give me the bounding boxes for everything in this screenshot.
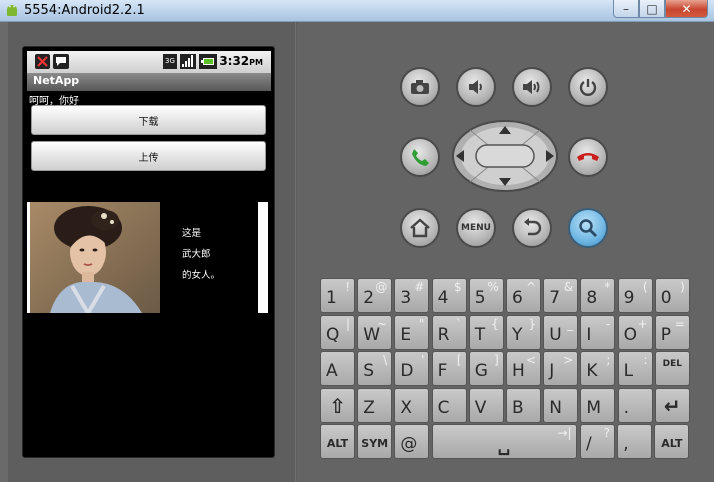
key-d[interactable]: D ' [394,351,430,386]
key-b[interactable]: B [506,387,541,423]
key-6[interactable]: 6 ^ [506,278,541,313]
key-i[interactable]: I- [580,314,616,350]
key-z[interactable]: Z [357,387,393,423]
phone-screen[interactable]: 3G 3:32PM NetApp 呵呵，你好 下载 上传 这是 武大郎 的女人。 [22,46,275,458]
camera-icon [411,80,429,94]
upload-button[interactable]: 上传 [31,141,266,171]
key-at[interactable]: @ [394,424,430,459]
key-x[interactable]: X [394,387,430,423]
svg-text:3G: 3G [165,57,175,65]
key-7[interactable]: 7 & [543,278,579,313]
key-v[interactable]: V [468,387,504,423]
key-e[interactable]: E " [394,314,430,350]
key-↵[interactable]: ↵ [654,387,690,423]
search-icon [579,219,597,237]
signal-icon [180,54,196,69]
key-.[interactable]: . [617,387,653,423]
key-o[interactable]: O + [617,314,653,350]
key-y[interactable]: Y} [506,314,541,350]
key-q[interactable]: Q | [320,314,355,350]
key-sym[interactable]: SYM [357,424,393,459]
back-button[interactable] [512,208,552,248]
android-icon [7,5,17,16]
home-button[interactable] [400,208,440,248]
key-l[interactable]: L: [617,351,653,386]
key-m[interactable]: M [580,387,616,423]
key-3[interactable]: 3 # [394,278,430,313]
key-r[interactable]: R ` [431,314,467,350]
app-title: NetApp [33,74,80,87]
key-u[interactable]: U _ [543,314,579,350]
key-h[interactable]: H < [506,351,541,386]
download-button[interactable]: 下载 [31,105,266,135]
key-p[interactable]: P = [654,314,690,350]
window-title: 5554:Android2.2.1 [24,3,145,18]
end-call-button[interactable] [568,137,608,177]
key-n[interactable]: N [543,387,579,423]
volume-up-button[interactable] [512,67,552,107]
volume-down-button[interactable] [456,67,496,107]
message-icon [53,54,69,69]
search-button[interactable] [568,208,608,248]
menu-label: MENU [461,223,491,233]
home-icon [410,218,430,238]
key-c[interactable]: C [431,387,467,423]
key-alt[interactable]: ALT [654,424,690,459]
key-⇧[interactable]: ⇧ [320,387,355,423]
battery-icon [199,54,217,69]
missed-call-icon [35,54,50,69]
key-4[interactable]: 4 $ [431,278,467,313]
key-del[interactable]: DEL [654,351,690,386]
status-time: 3:32PM [219,54,263,68]
end-call-icon [577,153,599,161]
call-icon [412,149,429,166]
key-alt[interactable]: ALT [320,424,355,459]
hardware-keyboard: 1! 2 @3 #4 $5% 6 ^ 7 & 8 * 9(0) Q | W ~ E " R ` T{Y} U _ I - O + P =… [320,278,692,459]
key-comma[interactable]: , [617,424,653,459]
caption-text: 这是 武大郎 的女人。 [182,228,221,281]
key-t[interactable]: T{ [468,314,504,350]
key-a[interactable]: A [320,351,355,386]
key-slash[interactable]: /? [580,424,615,459]
key-j[interactable]: J > [543,351,579,386]
close-button[interactable]: ✕ [665,0,708,18]
key-9[interactable]: 9( [617,278,653,313]
maximize-button[interactable]: □ [639,0,665,18]
minimize-button[interactable]: – [613,0,639,18]
app-title-bar: NetApp [27,73,271,91]
photo-panel: 这是 武大郎 的女人。 [27,202,268,313]
window-titlebar: 5554:Android2.2.1 – □ ✕ [0,0,714,22]
power-icon [579,79,597,96]
key-s[interactable]: S \ [357,351,393,386]
key-2[interactable]: 2 @ [357,278,393,313]
power-button[interactable] [568,67,608,107]
emulator-frame-edge [0,22,8,482]
status-bar: 3G 3:32PM [27,51,271,73]
key-space[interactable]: ␣ →| [431,424,577,459]
volume-down-icon [469,80,482,94]
dpad[interactable] [452,120,558,192]
key-f[interactable]: F[ [431,351,467,386]
menu-button[interactable]: MENU [456,208,496,248]
key-w[interactable]: W ~ [357,314,393,350]
back-icon [524,218,542,236]
key-k[interactable]: K; [580,351,616,386]
volume-up-icon [523,80,540,94]
network-3g-icon: 3G [163,54,177,69]
key-5[interactable]: 5% [468,278,504,313]
key-8[interactable]: 8 * [580,278,616,313]
key-0[interactable]: 0) [654,278,690,313]
camera-button[interactable] [400,67,440,107]
portrait-image [30,202,160,313]
call-button[interactable] [400,137,440,177]
key-g[interactable]: G] [468,351,504,386]
key-1[interactable]: 1! [320,278,355,313]
